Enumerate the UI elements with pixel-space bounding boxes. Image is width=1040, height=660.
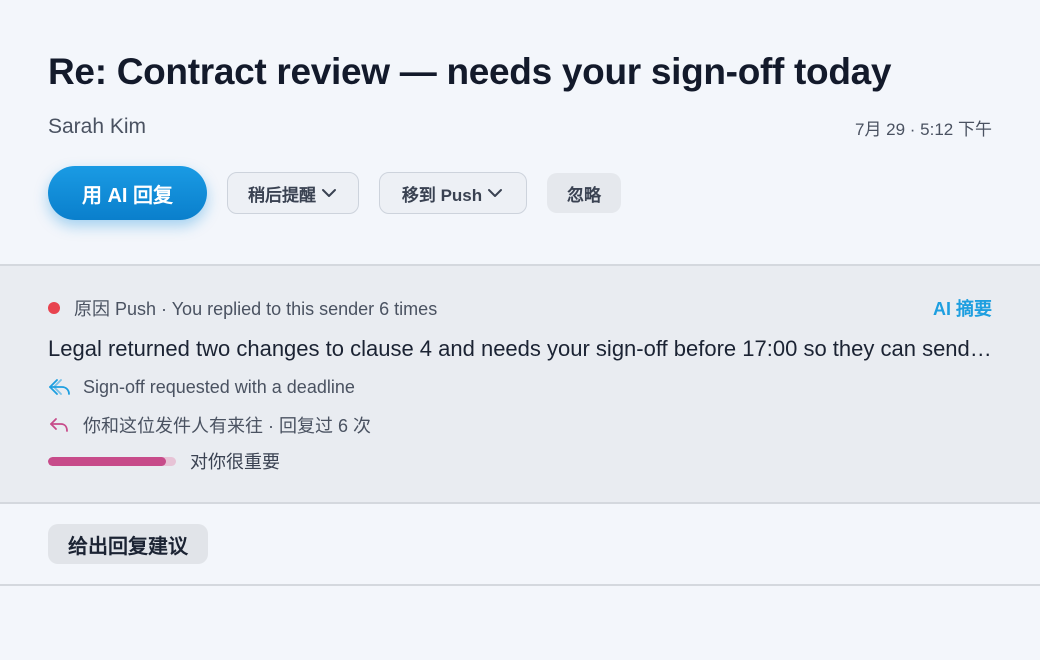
email-detail-page: Re: Contract review — needs your sign-of… bbox=[0, 0, 1040, 660]
move-to-label: 移到 Push bbox=[401, 185, 483, 205]
signal-text: Sign-off requested with a deadline bbox=[83, 376, 355, 397]
reason-row: 原因 Push · You replied to this sender 6 t… bbox=[48, 296, 992, 320]
chevron-down-icon bbox=[488, 189, 503, 197]
remind-later-button[interactable]: 稍后提醒 bbox=[227, 172, 359, 214]
signal-item-history: 你和这位发件人有来往 · 回复过 6 次 bbox=[48, 412, 992, 438]
ignore-button[interactable]: 忽略 bbox=[547, 173, 621, 213]
reason-status-dot bbox=[48, 302, 60, 314]
remind-later-label: 稍后提醒 bbox=[248, 185, 316, 205]
suggest-reply-button[interactable]: 给出回复建议 bbox=[48, 524, 208, 564]
return-arrow-icon bbox=[48, 415, 72, 435]
email-meta: Sarah Kim 7月 29 · 5:12 下午 bbox=[48, 112, 992, 142]
sender-name: Sarah Kim bbox=[48, 115, 147, 138]
suggestion-area: 给出回复建议 bbox=[0, 504, 1040, 584]
signal-text: 你和这位发件人有来往 · 回复过 6 次 bbox=[83, 416, 372, 436]
divider bbox=[0, 584, 1040, 586]
reason: 原因 Push · You replied to this sender 6 t… bbox=[48, 295, 437, 321]
importance-bar bbox=[48, 456, 176, 466]
chevron-down-icon bbox=[322, 189, 336, 197]
email-timestamp: 7月 29 · 5:12 下午 bbox=[854, 119, 992, 139]
ai-reply-button[interactable]: 用 AI 回复 bbox=[48, 166, 207, 220]
summary-text: Legal returned two changes to clause 4 a… bbox=[48, 336, 992, 361]
importance-bar-fill bbox=[48, 456, 166, 466]
action-bar: 用 AI 回复 稍后提醒 移到 Push 忽略 bbox=[48, 166, 992, 220]
email-header: Re: Contract review — needs your sign-of… bbox=[0, 0, 1040, 264]
signal-item-deadline: Sign-off requested with a deadline bbox=[48, 374, 992, 400]
email-subject: Re: Contract review — needs your sign-of… bbox=[48, 51, 892, 92]
reply-arrow-icon bbox=[48, 377, 72, 397]
move-to-push-button[interactable]: 移到 Push bbox=[379, 172, 527, 214]
ai-summary-panel: 原因 Push · You replied to this sender 6 t… bbox=[0, 266, 1040, 502]
importance-label: 对你很重要 bbox=[190, 452, 280, 472]
ai-summary-link[interactable]: AI 摘要 bbox=[933, 295, 992, 321]
importance-meter: 对你很重要 bbox=[48, 448, 992, 474]
reason-text: 原因 Push · You replied to this sender 6 t… bbox=[74, 299, 438, 319]
